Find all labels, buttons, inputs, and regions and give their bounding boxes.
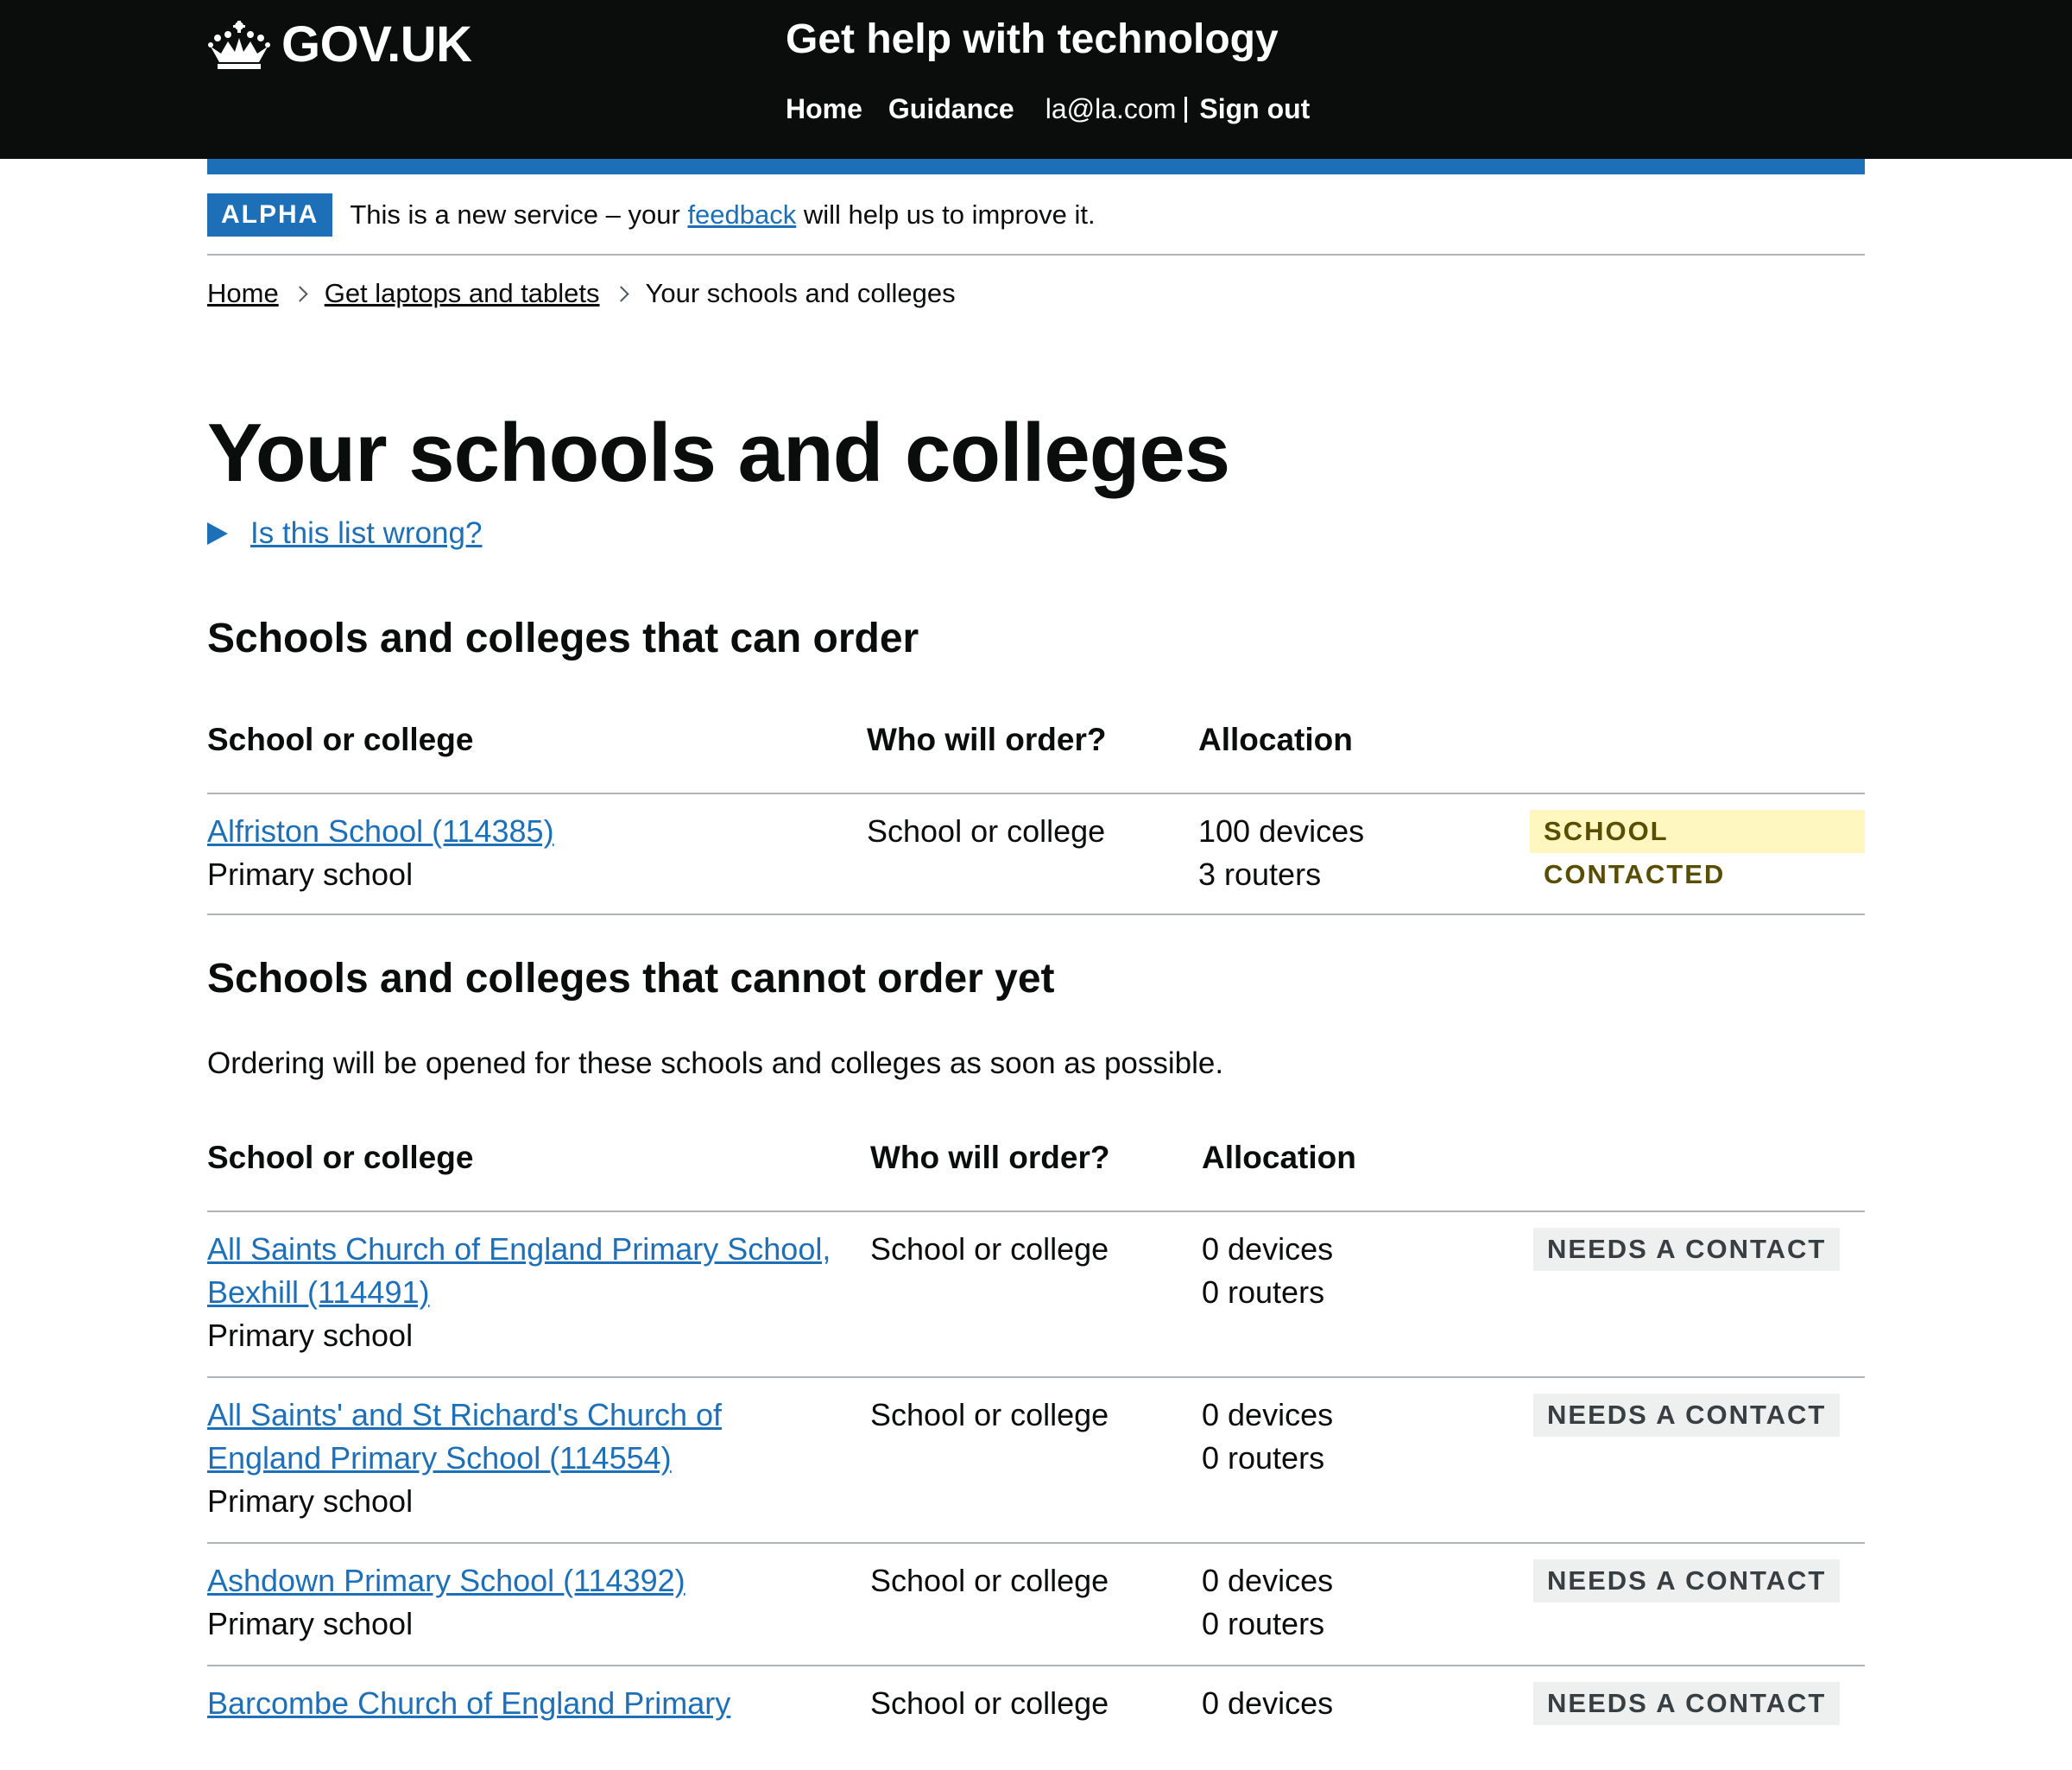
breadcrumb-get-laptops[interactable]: Get laptops and tablets [325, 278, 600, 309]
school-cell: Alfriston School (114385) Primary school [207, 794, 867, 913]
feedback-link[interactable]: feedback [687, 199, 796, 230]
devices-count: 0 devices [1202, 1685, 1334, 1721]
school-link[interactable]: Ashdown Primary School (114392) [207, 1563, 685, 1598]
column-header-allocation: Allocation [1198, 722, 1353, 757]
table-row: Ashdown Primary School (114392) Primary … [207, 1544, 1865, 1666]
service-name[interactable]: Get help with technology [786, 16, 1279, 63]
phase-text-after: will help us to improve it. [796, 199, 1096, 230]
allocation-cell: 100 devices 3 routers [1198, 794, 1530, 913]
school-type: Primary school [207, 857, 414, 892]
status-badge: NEEDS A CONTACT [1533, 1559, 1841, 1602]
status-badge: NEEDS A CONTACT [1533, 1682, 1841, 1725]
school-cell: All Saints' and St Richard's Church of En… [207, 1378, 870, 1542]
header-blue-bar [207, 159, 1865, 174]
who-cell: School or college [870, 1397, 1109, 1432]
column-header-school: School or college [207, 1140, 474, 1175]
school-cell: Barcombe Church of England Primary [207, 1666, 870, 1770]
phase-text: This is a new service – your feedback wi… [350, 193, 1095, 237]
nav-home-link[interactable]: Home [786, 93, 862, 125]
school-type: Primary school [207, 1606, 414, 1641]
page-title: Your schools and colleges [207, 407, 1230, 499]
devices-count: 0 devices [1202, 1397, 1334, 1432]
allocation-cell: 0 devices 0 routers [1202, 1544, 1533, 1665]
allocation-cell: 0 devices 0 routers [1202, 1378, 1533, 1542]
breadcrumb-current: Your schools and colleges [645, 278, 956, 308]
sign-out-link[interactable]: Sign out [1199, 93, 1310, 125]
site-header: GOV.UK Get help with technology Home Gui… [0, 0, 2072, 159]
cannot-order-lead: Ordering will be opened for these school… [207, 1046, 1224, 1080]
chevron-right-icon [612, 285, 629, 302]
allocation-cell: 0 devices [1202, 1666, 1533, 1770]
phase-banner: ALPHA This is a new service – your feedb… [207, 193, 1865, 256]
school-link-line2: Bexhill (114491) [207, 1274, 430, 1310]
who-cell: School or college [867, 813, 1106, 849]
who-cell: School or college [870, 1685, 1109, 1721]
details-summary-link[interactable]: Is this list wrong? [250, 516, 482, 551]
breadcrumb-home[interactable]: Home [207, 278, 279, 309]
school-type: Primary school [207, 1483, 414, 1519]
status-badge: NEEDS A CONTACT [1533, 1228, 1841, 1271]
routers-count: 0 routers [1202, 1606, 1325, 1641]
user-email: la@la.com [1045, 93, 1177, 124]
triangle-right-icon [207, 522, 228, 545]
school-link-line1: All Saints' and St Richard's Church of [207, 1397, 723, 1432]
routers-count: 0 routers [1202, 1440, 1325, 1476]
cannot-order-table: School or college Who will order? Alloca… [207, 1140, 1865, 1770]
nav-separator [1184, 96, 1188, 123]
status-badge: SCHOOL CONTACTED [1530, 810, 1865, 889]
routers-count: 0 routers [1202, 1274, 1325, 1310]
can-order-table: School or college Who will order? Alloca… [207, 722, 1865, 915]
table-row: All Saints' and St Richard's Church of En… [207, 1378, 1865, 1544]
school-link[interactable]: Barcombe Church of England Primary [207, 1685, 730, 1721]
crown-icon [208, 20, 270, 69]
school-cell: Ashdown Primary School (114392) Primary … [207, 1544, 870, 1665]
column-header-who: Who will order? [867, 722, 1107, 757]
devices-count: 0 devices [1202, 1231, 1334, 1267]
who-cell: School or college [870, 1231, 1109, 1267]
allocation-cell: 0 devices 0 routers [1202, 1212, 1533, 1376]
school-link[interactable]: All Saints' and St Richard's Church of En… [207, 1397, 722, 1476]
school-cell: All Saints Church of England Primary Sch… [207, 1212, 870, 1376]
phase-tag: ALPHA [207, 193, 333, 237]
cannot-order-heading: Schools and colleges that cannot order y… [207, 956, 1055, 1002]
column-header-allocation: Allocation [1202, 1140, 1356, 1175]
nav-guidance-link[interactable]: Guidance [888, 93, 1014, 125]
chevron-right-icon [292, 285, 308, 302]
govuk-logo[interactable]: GOV.UK [207, 16, 472, 73]
phase-text-before: This is a new service – your [350, 199, 688, 230]
details-is-list-wrong[interactable]: Is this list wrong? [207, 516, 482, 551]
can-order-heading: Schools and colleges that can order [207, 616, 919, 661]
school-link-line2: England Primary School (114554) [207, 1440, 672, 1476]
school-type: Primary school [207, 1318, 414, 1353]
status-cell: NEEDS A CONTACT [1533, 1544, 1865, 1665]
table-row: Alfriston School (114385) Primary school… [207, 794, 1865, 915]
header-navigation: Home Guidance la@la.com Sign out [786, 93, 1310, 125]
school-link[interactable]: Alfriston School (114385) [207, 813, 554, 849]
status-cell: NEEDS A CONTACT [1533, 1378, 1865, 1542]
routers-count: 3 routers [1198, 857, 1322, 892]
who-cell: School or college [870, 1563, 1109, 1598]
devices-count: 100 devices [1198, 813, 1365, 849]
table-header: School or college Who will order? Alloca… [207, 722, 1865, 794]
table-row: Barcombe Church of England Primary Schoo… [207, 1666, 1865, 1770]
table-header: School or college Who will order? Alloca… [207, 1140, 1865, 1212]
status-cell: NEEDS A CONTACT [1533, 1666, 1865, 1770]
column-header-who: Who will order? [870, 1140, 1110, 1175]
status-badge: NEEDS A CONTACT [1533, 1394, 1841, 1437]
logo-text: GOV.UK [281, 16, 472, 73]
school-link[interactable]: All Saints Church of England Primary Sch… [207, 1231, 831, 1310]
column-header-school: School or college [207, 722, 474, 757]
table-row: All Saints Church of England Primary Sch… [207, 1212, 1865, 1378]
devices-count: 0 devices [1202, 1563, 1334, 1598]
status-cell: NEEDS A CONTACT [1533, 1212, 1865, 1376]
breadcrumb: Home Get laptops and tablets Your school… [207, 278, 956, 309]
status-cell: SCHOOL CONTACTED [1530, 794, 1865, 913]
school-link-line1: All Saints Church of England Primary Sch… [207, 1231, 831, 1267]
